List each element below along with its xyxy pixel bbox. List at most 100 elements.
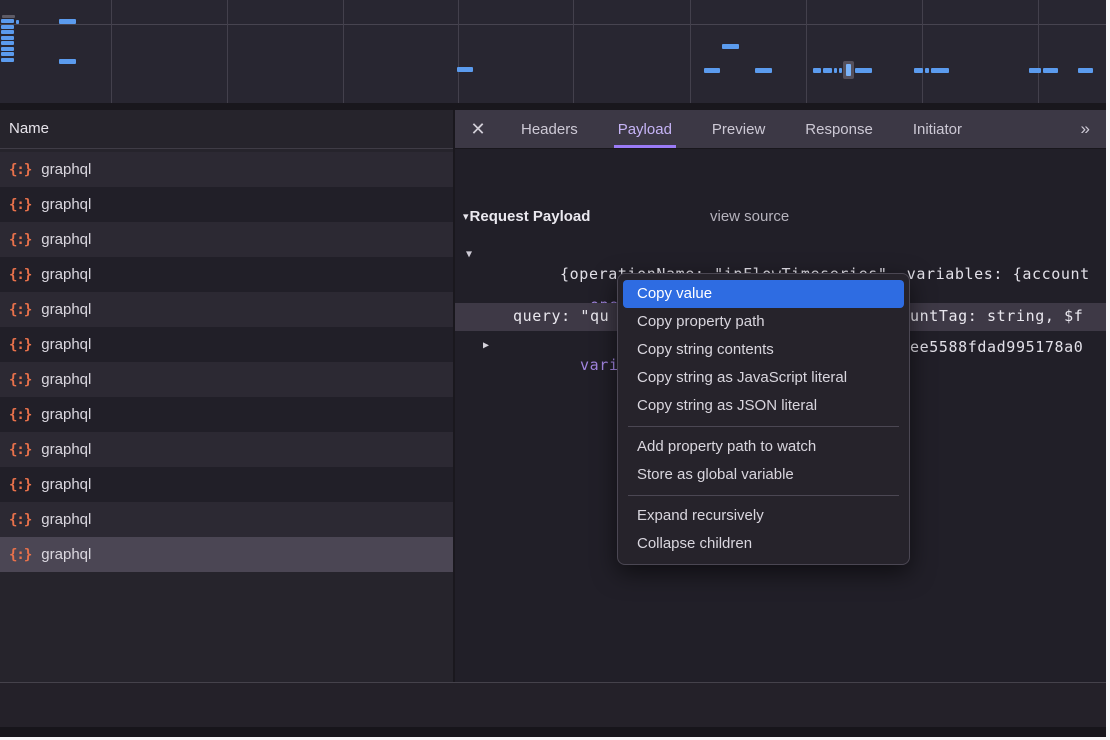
overview-gridline [806,0,807,103]
tab-response[interactable]: Response [801,110,877,148]
request-name-label: graphql [41,301,91,318]
column-header-name[interactable]: Name [0,110,453,149]
request-name-label: graphql [41,406,91,423]
request-row[interactable]: {:}graphql [0,327,453,362]
menu-item-copy-value[interactable]: Copy value [623,280,904,308]
close-icon[interactable]: ✕ [455,110,501,148]
request-rows: {:} graphql {:} graphql {:} graphql {:} graphql… [0,152,453,572]
request-timing-bar [704,68,720,73]
view-source-link[interactable]: view source [710,208,789,225]
tab-initiator[interactable]: Initiator [909,110,966,148]
tab-preview[interactable]: Preview [708,110,769,148]
menu-item-add-property-path-to-watch[interactable]: Add property path to watch [618,433,909,461]
overview-gridline [1038,0,1039,103]
request-row[interactable]: {:} graphql [0,467,453,502]
overview-selected-request-box[interactable] [843,61,854,79]
json-braces-icon: {:} [9,302,31,318]
tab-payload[interactable]: Payload [614,110,676,148]
request-name-label: graphql [41,441,91,458]
request-timing-bar [1,36,14,40]
overview-bottom-border [0,103,1106,110]
request-timing-bar [59,59,76,64]
menu-item-copy-string-as-javascript-literal[interactable]: Copy string as JavaScript literal [618,364,909,392]
request-row[interactable]: {:} graphql [0,257,453,292]
overview-row-divider [0,24,1106,25]
more-tabs-chevron-icon[interactable]: » [1063,110,1106,148]
request-timing-bar [1,19,14,23]
request-name-label: graphql [41,371,91,388]
json-braces-icon: {:} [9,477,31,493]
overview-selected-request-bar [846,64,851,76]
request-timing-bar [834,68,837,73]
json-braces-icon: {:} [9,162,31,178]
request-row[interactable]: {:} graphql [0,152,453,187]
details-tabs: Headers Payload Preview Response Initiator [501,110,982,148]
request-row[interactable]: {:}graphql [0,537,453,572]
request-name-label: graphql [41,196,91,213]
json-braces-icon: {:} [9,372,31,388]
tab-headers[interactable]: Headers [517,110,582,148]
query-row-left-text: query: "qu [513,307,609,325]
menu-item-store-as-global-variable[interactable]: Store as global variable [618,461,909,489]
request-row[interactable]: {:} graphql [0,502,453,537]
request-timing-bar [2,15,15,18]
request-timing-bar [1,25,14,29]
request-name-label: graphql [41,511,91,528]
request-row[interactable]: {:} graphql [0,432,453,467]
json-braces-icon: {:} [9,232,31,248]
overview-gridline [227,0,228,103]
request-timing-bar [1,47,14,51]
request-timing-bar [1,58,14,62]
context-menu: Copy valueCopy property pathCopy string … [617,273,910,565]
request-timing-bar [1043,68,1058,73]
overview-gridline [573,0,574,103]
request-timing-bar [1078,68,1093,73]
request-timing-bar [1029,68,1041,73]
menu-item-collapse-children[interactable]: Collapse children [618,530,909,558]
network-overview-timeline[interactable] [0,0,1106,103]
request-timing-bar [16,20,19,24]
menu-item-copy-string-as-json-literal[interactable]: Copy string as JSON literal [618,392,909,420]
request-row[interactable]: {:} graphql [0,292,453,327]
menu-divider [628,426,899,427]
json-braces-icon: {:} [9,442,31,458]
request-timing-bar [925,68,929,73]
request-name-label: graphql [41,161,91,178]
request-timing-bar [1,41,14,45]
request-row[interactable]: {:}graphql [0,187,453,222]
network-request-list: Name {:}graphql{:}graphql{:}graphql{:}gr… [0,110,453,682]
json-braces-icon: {:} [9,337,31,353]
details-tabbar: ✕ Headers Payload Preview Response Initiator… [455,110,1106,149]
query-row-right-text: untTag: string, $f [910,307,1083,325]
overview-gridline [458,0,459,103]
request-name-label: graphql [41,476,91,493]
summary-footer [0,683,1106,727]
request-name-label: graphql [41,231,91,248]
json-braces-icon: {:} [9,512,31,528]
request-timing-bar [457,67,473,72]
request-timing-bar [823,68,832,73]
disclosure-open-icon[interactable]: ▼ [466,249,472,260]
request-payload-section[interactable]: ▾ Request Payload [463,208,590,225]
menu-item-copy-string-contents[interactable]: Copy string contents [618,336,909,364]
section-title: Request Payload [470,208,591,225]
request-row[interactable]: {:} graphql [0,362,453,397]
request-row[interactable]: {:} graphql [0,222,453,257]
section-disclosure-icon[interactable]: ▾ [463,210,469,223]
bottom-edge-bar [0,727,1106,737]
request-timing-bar [722,44,739,49]
request-timing-bar [813,68,821,73]
request-timing-bar [914,68,923,73]
variables-row-right-text: ee5588fdad995178a0 [910,338,1083,356]
request-row[interactable]: {:}graphql [0,397,453,432]
disclosure-closed-icon[interactable]: ▶ [483,340,489,351]
request-name-label: graphql [41,266,91,283]
overview-gridline [690,0,691,103]
request-timing-bar [755,68,772,73]
menu-item-copy-property-path[interactable]: Copy property path [618,308,909,336]
menu-item-expand-recursively[interactable]: Expand recursively [618,502,909,530]
overview-gridline [343,0,344,103]
request-timing-bar [1,30,14,34]
screenshot-right-edge [1106,0,1110,740]
json-braces-icon: {:} [9,267,31,283]
